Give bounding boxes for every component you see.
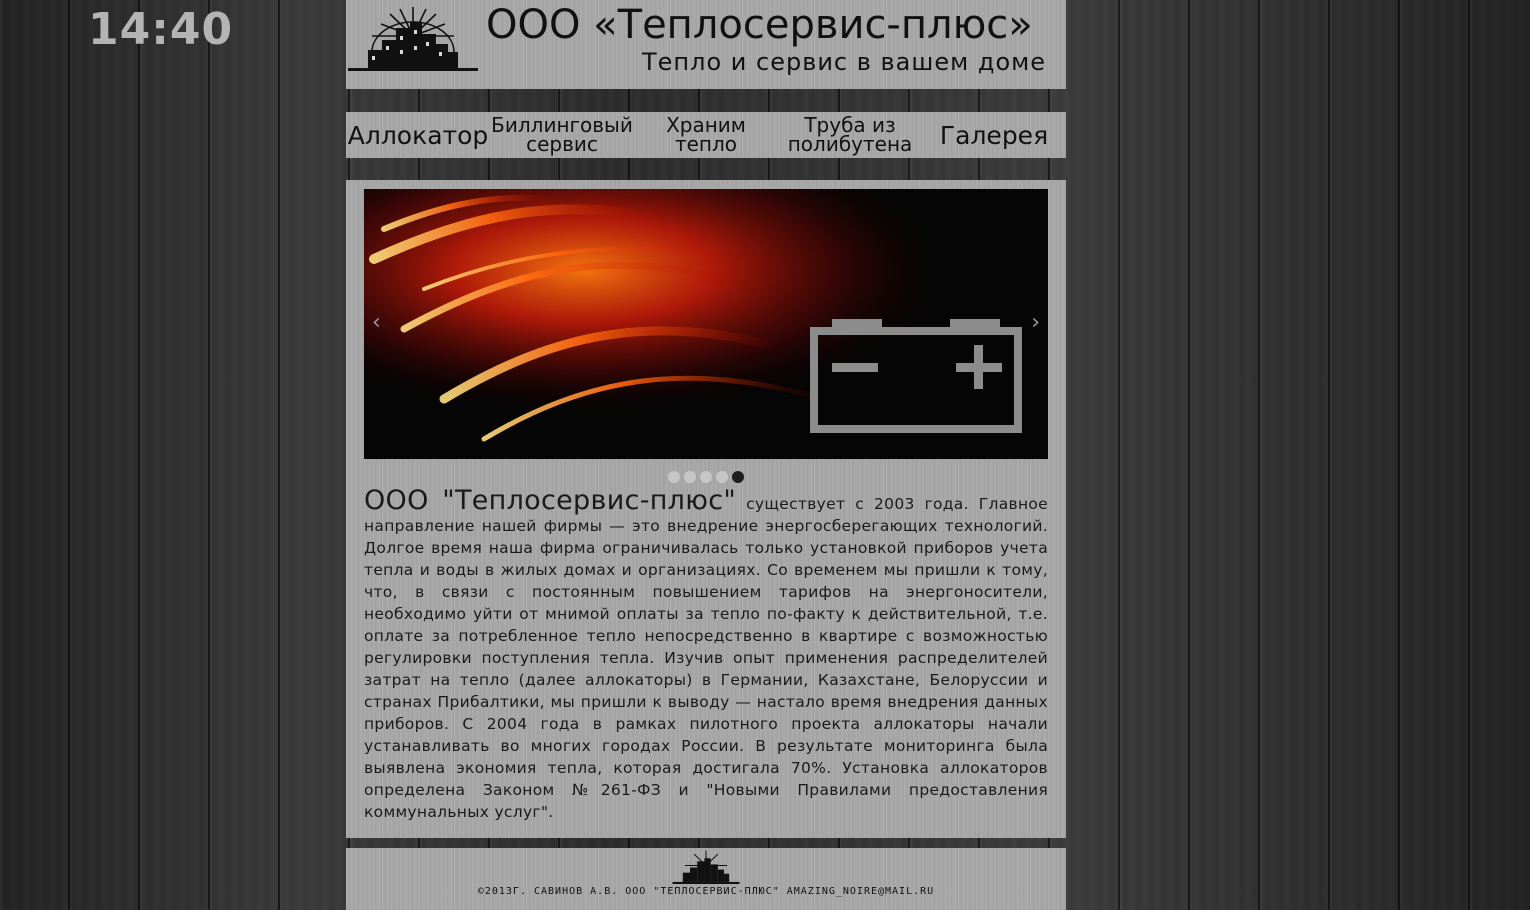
slider-dot[interactable] <box>668 471 680 483</box>
nav-item-polybutene-pipe[interactable]: Труба из полибутена <box>778 115 922 156</box>
slide-image <box>364 189 1048 459</box>
slider-dot[interactable] <box>700 471 712 483</box>
company-description: ООО "Теплосервис-плюс" существует с 2003… <box>364 485 1049 823</box>
nav-item-label: полибутена <box>787 132 913 156</box>
nav-item-allocator[interactable]: Аллокатор <box>346 120 490 150</box>
nav-item-label: Галерея <box>939 120 1049 150</box>
clock: 14:40 <box>88 4 234 55</box>
city-logo-icon[interactable] <box>348 6 478 72</box>
article-lead: ООО "Теплосервис-плюс" <box>364 485 737 516</box>
article-body: существует с 2003 года. Главное направле… <box>364 495 1049 821</box>
chevron-left-icon[interactable]: ‹ <box>372 310 381 335</box>
nav-item-label: сервис <box>526 132 598 156</box>
footer-copyright: ©2013г. Савинов А.В. ООО "Теплосервис-пл… <box>477 886 935 897</box>
slider-dot[interactable] <box>716 471 728 483</box>
main-content: ‹ › ООО "Теплосервис-плюс" существует с … <box>346 180 1066 838</box>
nav-item-store-heat[interactable]: Храним тепло <box>634 115 778 156</box>
site-title: ООО «Теплосервис-плюс» <box>486 2 1033 48</box>
nav-item-billing-service[interactable]: Биллинговый сервис <box>490 115 634 156</box>
nav-item-label: тепло <box>674 132 738 156</box>
slider-dots <box>668 471 744 483</box>
site-header: ООО «Теплосервис-плюс» Тепло и сервис в … <box>346 0 1066 89</box>
slider-dot-active[interactable] <box>732 471 744 483</box>
site-subtitle: Тепло и сервис в вашем доме <box>642 48 1046 76</box>
slider-dot[interactable] <box>684 471 696 483</box>
main-nav: Аллокатор Биллинговый сервис Храним тепл… <box>346 112 1066 158</box>
image-slider[interactable]: ‹ › <box>364 189 1048 459</box>
nav-item-gallery[interactable]: Галерея <box>922 120 1066 150</box>
nav-item-label: Аллокатор <box>347 120 489 150</box>
site-footer: ©2013г. Савинов А.В. ООО "Теплосервис-пл… <box>346 848 1066 910</box>
chevron-right-icon[interactable]: › <box>1031 310 1040 335</box>
city-logo-icon <box>672 850 740 884</box>
